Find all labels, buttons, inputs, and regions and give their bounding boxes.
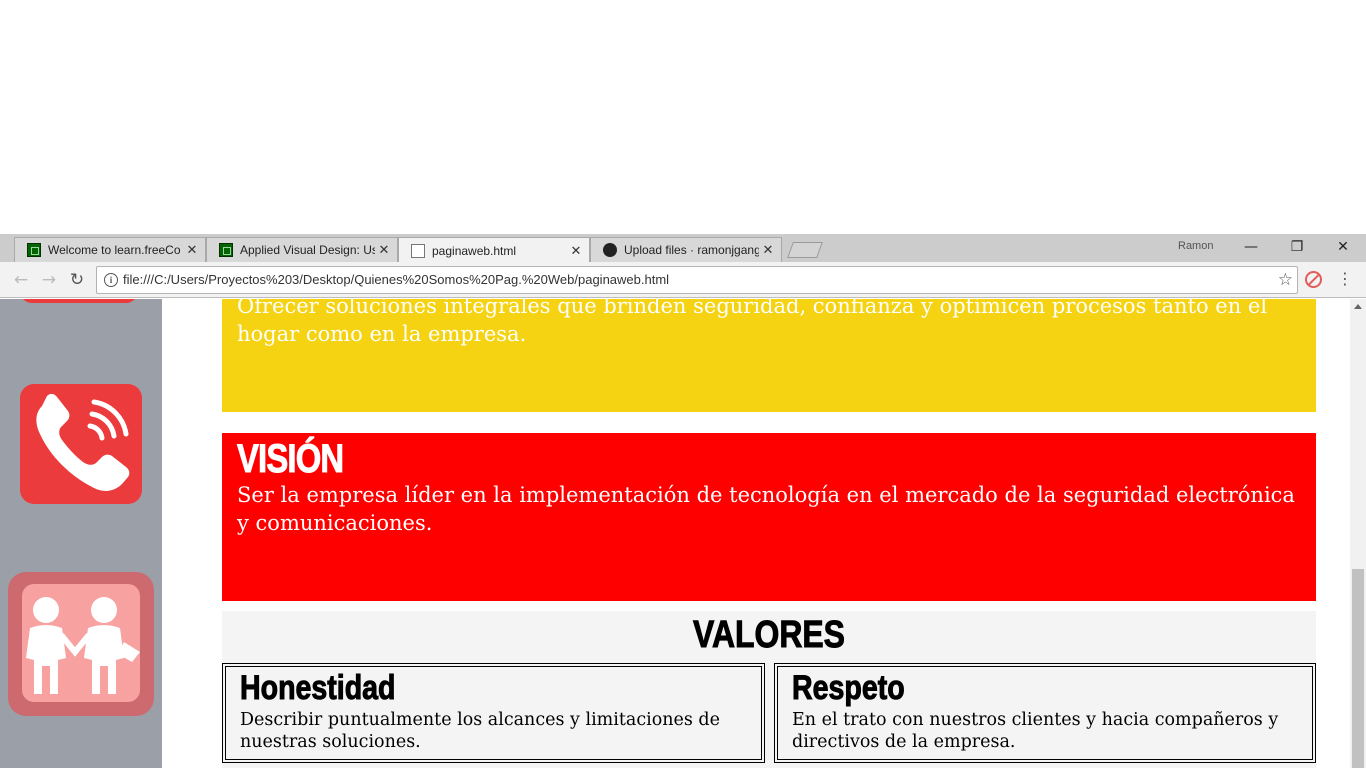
vision-section: VISIÓN Ser la empresa líder en la implem…	[222, 433, 1316, 601]
forward-button[interactable]: →	[36, 268, 62, 292]
phone-icon-graphic	[36, 393, 130, 491]
mision-section: Ofrecer soluciones integrales que brinde…	[222, 299, 1316, 412]
close-tab-icon[interactable]: ✕	[759, 242, 777, 258]
new-tab-button[interactable]	[787, 242, 823, 258]
tab-label: Upload files · ramonjgang	[624, 243, 759, 257]
vision-title: VISIÓN	[237, 437, 345, 482]
scroll-up-arrow-icon[interactable]	[1354, 304, 1362, 309]
tab-label: Welcome to learn.freeCo	[48, 243, 181, 257]
close-tab-icon[interactable]: ✕	[183, 242, 201, 258]
freecodecamp-icon	[219, 243, 233, 257]
document-icon	[411, 243, 425, 258]
close-tab-icon[interactable]: ✕	[375, 242, 393, 258]
minimize-button[interactable]: —	[1228, 236, 1274, 258]
bookmark-star-icon[interactable]: ☆	[1278, 267, 1293, 293]
github-icon	[603, 243, 617, 257]
blank-area	[0, 0, 1366, 234]
vertical-scrollbar[interactable]	[1350, 299, 1366, 768]
profile-name[interactable]: Ramon	[1178, 240, 1213, 252]
sidebar-icon-partial[interactable]	[20, 299, 138, 303]
valor-text: Describir puntualmente los alcances y li…	[240, 710, 720, 752]
valores-title: VALORES	[693, 614, 846, 657]
browser-toolbar: ← → ↻ i file:///C:/Users/Proyectos%203/D…	[0, 262, 1366, 298]
info-icon[interactable]: i	[104, 273, 118, 287]
partners-icon[interactable]	[8, 572, 154, 716]
address-bar[interactable]: i file:///C:/Users/Proyectos%203/Desktop…	[96, 266, 1298, 294]
tab-applied-visual-design[interactable]: Applied Visual Design: Us ✕	[206, 237, 398, 262]
phone-icon[interactable]	[20, 384, 142, 504]
handshake-icon	[26, 597, 140, 694]
restore-button[interactable]: ❐	[1274, 236, 1320, 258]
valor-card-honestidad: Honestidad Describir puntualmente los al…	[222, 663, 765, 763]
vision-text: Ser la empresa líder en la implementació…	[237, 483, 1295, 535]
close-window-button[interactable]: ✕	[1320, 236, 1366, 258]
valor-title: Respeto	[792, 669, 906, 708]
tab-paginaweb[interactable]: paginaweb.html ✕	[398, 237, 590, 263]
browser-menu-icon[interactable]: ⋮	[1337, 270, 1353, 288]
sidebar	[0, 299, 162, 768]
page-viewport: Ofrecer soluciones integrales que brinde…	[0, 299, 1350, 768]
tab-label: paginaweb.html	[432, 243, 517, 258]
valor-card-respeto: Respeto En el trato con nuestros cliente…	[774, 663, 1316, 763]
tab-github-upload[interactable]: Upload files · ramonjgang ✕	[590, 237, 782, 262]
back-button[interactable]: ←	[8, 268, 34, 292]
partners-icon-inner	[22, 584, 140, 702]
tab-freecodecamp-welcome[interactable]: Welcome to learn.freeCo ✕	[14, 237, 206, 262]
close-tab-icon[interactable]: ✕	[567, 243, 585, 259]
freecodecamp-icon	[27, 243, 41, 257]
valores-section: VALORES Honestidad Describir puntualment…	[222, 611, 1316, 768]
scroll-thumb[interactable]	[1352, 569, 1364, 768]
url-text: file:///C:/Users/Proyectos%203/Desktop/Q…	[123, 272, 670, 287]
tab-label: Applied Visual Design: Us	[240, 243, 375, 257]
valor-title: Honestidad	[240, 669, 396, 708]
tab-strip: Welcome to learn.freeCo ✕ Applied Visual…	[0, 234, 1366, 263]
reload-button[interactable]: ↻	[64, 268, 90, 292]
mision-text: Ofrecer soluciones integrales que brinde…	[237, 299, 1268, 346]
valor-text: En el trato con nuestros clientes y haci…	[792, 710, 1279, 752]
extension-icon[interactable]	[1305, 271, 1322, 288]
